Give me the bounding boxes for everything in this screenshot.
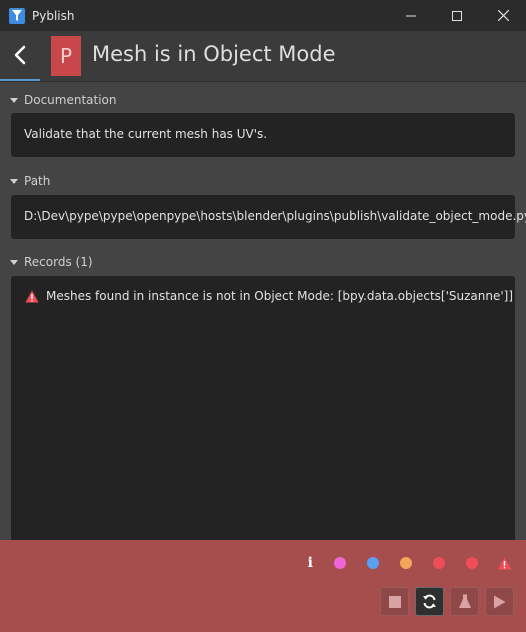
stop-icon [388, 595, 401, 608]
blue-status-dot[interactable] [367, 557, 379, 569]
record-item[interactable]: Meshes found in instance is not in Objec… [25, 289, 513, 303]
path-box: D:\Dev\pype\pype\openpype\hosts\blender\… [11, 195, 526, 239]
play-icon [494, 595, 506, 608]
pink-status-dot[interactable] [334, 557, 346, 569]
minimize-icon [406, 15, 416, 16]
minimize-button[interactable] [388, 0, 434, 31]
info-icon[interactable]: i [308, 555, 313, 571]
stop-button[interactable] [380, 587, 409, 616]
record-message: Meshes found in instance is not in Objec… [46, 289, 514, 303]
plugin-path-text: D:\Dev\pype\pype\openpype\hosts\blender\… [24, 209, 526, 223]
maximize-icon [452, 10, 462, 21]
records-box: Meshes found in instance is not in Objec… [11, 276, 515, 540]
reset-button[interactable] [415, 587, 444, 616]
orange-status-dot[interactable] [400, 557, 412, 569]
back-button[interactable] [0, 31, 40, 81]
expand-triangle-icon [10, 97, 18, 103]
warning-icon [25, 290, 39, 302]
publish-button[interactable] [485, 587, 514, 616]
window-title: Pyblish [32, 8, 75, 23]
action-buttons [374, 587, 514, 616]
documentation-label: Documentation [24, 93, 117, 107]
page-title: Mesh is in Object Mode [92, 42, 336, 66]
records-label: Records (1) [24, 255, 93, 269]
pyblish-app-icon [9, 7, 25, 24]
red-status-dot[interactable] [433, 557, 445, 569]
footer-bar: i [0, 540, 526, 632]
plugin-type-badge: P [51, 36, 81, 76]
close-button[interactable] [480, 0, 526, 31]
reset-icon [423, 594, 436, 609]
plugin-header: P Mesh is in Object Mode [0, 31, 526, 82]
status-indicators: i [308, 555, 512, 571]
window-controls [388, 0, 526, 31]
documentation-section-toggle[interactable]: Documentation [10, 93, 117, 107]
documentation-text: Validate that the current mesh has UV's. [24, 127, 268, 141]
maximize-button[interactable] [434, 0, 480, 31]
window-titlebar: Pyblish [0, 0, 526, 31]
close-icon [497, 10, 509, 21]
documentation-box: Validate that the current mesh has UV's. [11, 113, 515, 157]
validate-button[interactable] [450, 587, 479, 616]
path-section-toggle[interactable]: Path [10, 174, 50, 188]
expand-triangle-icon [10, 178, 18, 184]
expand-triangle-icon [10, 259, 18, 265]
validate-flask-icon [458, 594, 471, 608]
path-label: Path [24, 174, 51, 188]
records-section-toggle[interactable]: Records (1) [10, 255, 93, 269]
warning-triangle-icon[interactable] [497, 557, 512, 570]
chevron-left-icon [14, 45, 26, 65]
red-status-dot[interactable] [466, 557, 478, 569]
